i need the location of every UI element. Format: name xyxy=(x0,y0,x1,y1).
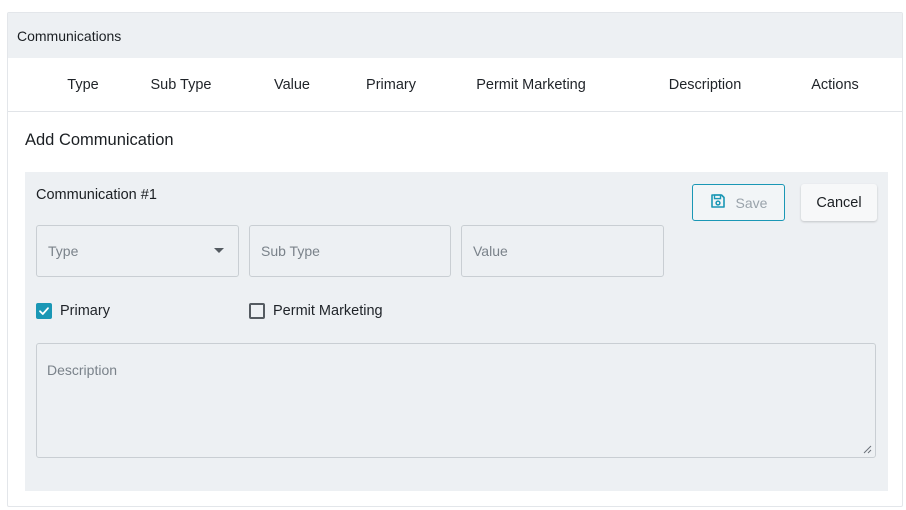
check-icon xyxy=(39,307,49,315)
sub-type-input[interactable] xyxy=(261,243,450,259)
save-button[interactable]: Save xyxy=(692,184,785,221)
panel-title: Communications xyxy=(17,27,122,44)
permit-marketing-checkbox-row[interactable]: Permit Marketing xyxy=(249,303,383,319)
permit-marketing-label: Permit Marketing xyxy=(273,303,383,319)
column-header-permit-marketing[interactable]: Permit Marketing xyxy=(476,58,586,111)
description-textarea[interactable] xyxy=(47,362,865,432)
value-input[interactable] xyxy=(473,243,663,259)
caret-down-icon xyxy=(214,248,224,253)
description-field[interactable] xyxy=(36,343,876,458)
permit-marketing-checkbox[interactable] xyxy=(249,303,265,319)
table-header-row: Type Sub Type Value Primary Permit Marke… xyxy=(8,58,902,112)
column-header-description[interactable]: Description xyxy=(669,58,742,111)
communication-form-title: Communication #1 xyxy=(36,187,157,203)
resize-handle-icon[interactable] xyxy=(863,445,872,454)
sub-type-field[interactable] xyxy=(249,225,451,277)
cancel-button-label: Cancel xyxy=(816,194,862,211)
cancel-button[interactable]: Cancel xyxy=(801,184,877,221)
panel-header: Communications xyxy=(8,13,902,58)
type-select[interactable]: Type xyxy=(36,225,239,277)
primary-checkbox[interactable] xyxy=(36,303,52,319)
communication-form: Communication #1 Save Cancel Type Sub Ty… xyxy=(25,172,888,491)
add-communication-title: Add Communication xyxy=(25,131,174,149)
type-select-placeholder: Type xyxy=(48,243,79,259)
column-header-actions: Actions xyxy=(811,76,859,93)
column-header-sub-type[interactable]: Sub Type xyxy=(150,58,211,111)
column-header-value[interactable]: Value xyxy=(274,58,310,111)
floppy-disk-icon xyxy=(710,193,726,212)
communications-panel: Communications Type Sub Type Value Prima… xyxy=(7,12,903,507)
value-field[interactable] xyxy=(461,225,664,277)
primary-checkbox-row[interactable]: Primary xyxy=(36,303,110,319)
column-header-primary[interactable]: Primary xyxy=(366,58,416,111)
primary-label: Primary xyxy=(60,303,110,319)
save-button-label: Save xyxy=(735,194,768,211)
column-header-type[interactable]: Type xyxy=(67,58,98,111)
